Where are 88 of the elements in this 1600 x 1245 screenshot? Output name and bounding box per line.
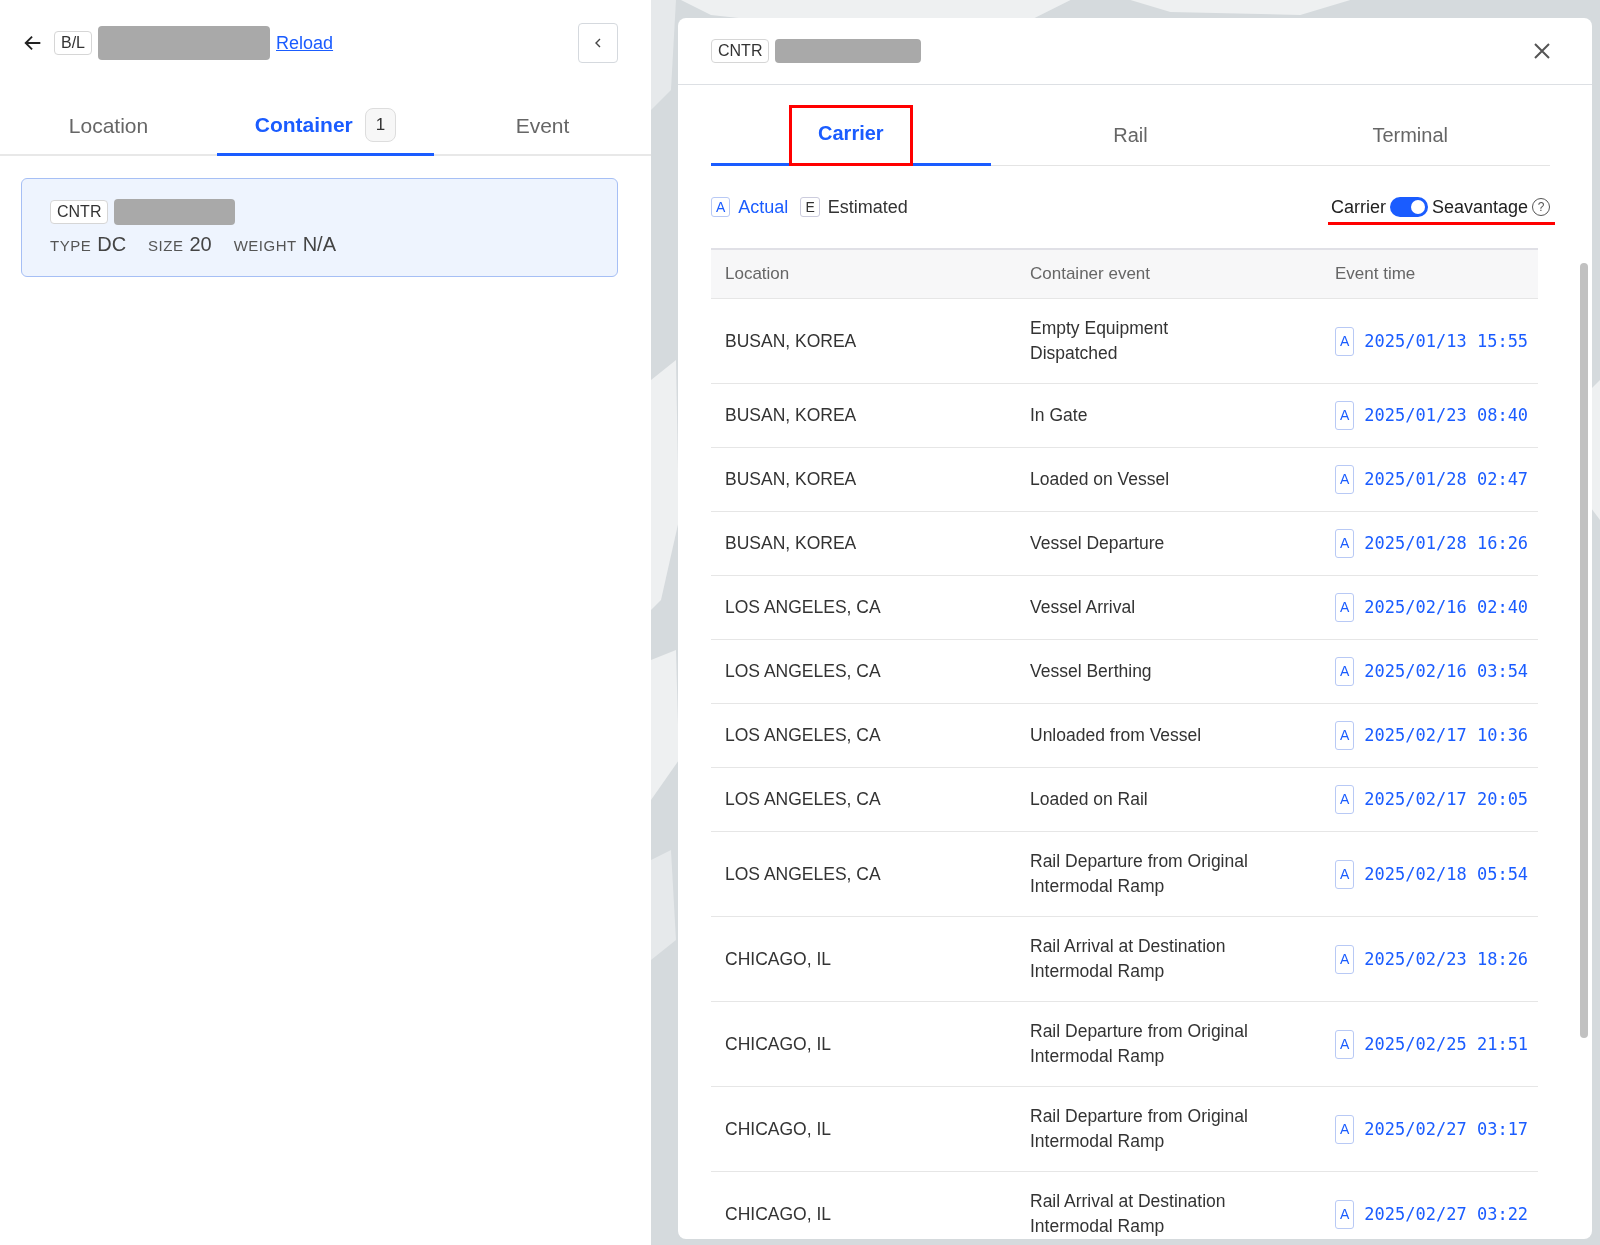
field-label: WEIGHT xyxy=(233,237,297,254)
tab-label: Container xyxy=(254,112,353,137)
table-cell-text: Unloaded from Vessel xyxy=(1029,724,1203,747)
event-time: 2025/02/27 03:22 xyxy=(1364,1202,1529,1226)
toggle-switch[interactable] xyxy=(1389,197,1428,217)
status-tag: A xyxy=(1335,657,1355,686)
table-cell-text: Rail Departure from Original Intermodal Ramp xyxy=(1029,1105,1249,1153)
event-time: 2025/02/23 18:26 xyxy=(1364,947,1529,971)
tab[interactable]: Carrier xyxy=(711,105,991,166)
table-cell-text: Rail Arrival at Destination Intermodal Ramp xyxy=(1029,935,1227,983)
count-badge: 1 xyxy=(364,107,397,142)
tab[interactable]: Terminal xyxy=(1270,105,1550,166)
table-cell-text: BUSAN, KOREA xyxy=(724,468,858,491)
table-cell-text: BUSAN, KOREA xyxy=(724,532,858,555)
event-time: 2025/02/16 03:54 xyxy=(1364,660,1529,683)
table-cell-text: LOS ANGELES, CA xyxy=(724,788,882,811)
field-value: 20 xyxy=(189,233,212,256)
event-time: 2025/02/25 21:51 xyxy=(1364,1032,1529,1056)
event-time: 2025/01/28 16:26 xyxy=(1364,532,1529,555)
tab-label: Rail xyxy=(1113,124,1148,147)
toggle-label: Seavantage xyxy=(1431,196,1528,218)
table-cell-text: LOS ANGELES, CA xyxy=(724,660,882,683)
status-tag: A xyxy=(1335,1029,1355,1059)
field-value: DC xyxy=(97,233,127,256)
event-time: 2025/01/23 08:40 xyxy=(1364,404,1529,427)
table-cell-text: CHICAGO, IL xyxy=(724,1202,832,1226)
status-tag: A xyxy=(1335,859,1355,889)
scrollbar[interactable] xyxy=(1580,263,1588,1038)
table-cell-text: BUSAN, KOREA xyxy=(724,404,858,427)
table-cell-text: Rail Departure from Original Intermodal Ramp xyxy=(1029,850,1249,898)
status-tag: E xyxy=(800,197,820,217)
table-cell-text: Vessel Berthing xyxy=(1029,660,1153,683)
event-time: 2025/01/28 02:47 xyxy=(1364,468,1529,491)
event-time: 2025/02/16 02:40 xyxy=(1364,596,1529,619)
tab-label: Terminal xyxy=(1372,124,1448,147)
event-time: 2025/02/18 05:54 xyxy=(1364,862,1529,886)
event-time: 2025/02/17 10:36 xyxy=(1364,724,1529,747)
close-icon[interactable] xyxy=(1532,41,1552,61)
tab-label: Location xyxy=(68,114,149,138)
table-cell-text: LOS ANGELES, CA xyxy=(724,724,882,747)
event-time: 2025/02/27 03:17 xyxy=(1364,1117,1529,1141)
tab-label: Carrier xyxy=(789,104,913,166)
toggle-label: Carrier xyxy=(1330,196,1386,218)
table-cell-text: Rail Arrival at Destination Intermodal Ramp xyxy=(1029,1190,1227,1238)
field-label: TYPE xyxy=(50,237,92,254)
table-cell-text: Rail Departure from Original Intermodal Ramp xyxy=(1029,1020,1249,1068)
status-tag: A xyxy=(711,197,731,217)
table-cell-text: LOS ANGELES, CA xyxy=(724,596,882,619)
status-tag: A xyxy=(1335,465,1355,494)
table-cell-text: Vessel Departure xyxy=(1029,532,1166,555)
field-value: N/A xyxy=(302,233,336,256)
status-tag: A xyxy=(1335,326,1355,356)
container-tag: CNTR xyxy=(711,39,770,63)
status-tag: A xyxy=(1335,721,1355,750)
tab[interactable]: Event xyxy=(434,96,651,156)
table-cell-text: BUSAN, KOREA xyxy=(724,329,858,353)
status-tag: A xyxy=(1335,529,1355,558)
status-tag: A xyxy=(1335,1199,1355,1229)
tab[interactable]: Location xyxy=(0,96,217,156)
legend-label: Actual xyxy=(738,196,789,218)
column-header: Location xyxy=(724,264,791,284)
table-cell-text: Loaded on Vessel xyxy=(1029,468,1171,491)
table-cell-text: In Gate xyxy=(1029,404,1089,427)
tab[interactable]: Container 1 xyxy=(217,96,434,156)
table-cell-text: Loaded on Rail xyxy=(1029,788,1149,811)
status-tag: A xyxy=(1335,593,1355,622)
tab[interactable]: Rail xyxy=(990,105,1271,166)
table-cell-text: Vessel Arrival xyxy=(1029,596,1137,619)
column-header: Container event xyxy=(1029,264,1152,284)
status-tag: A xyxy=(1335,944,1355,974)
doc-type-tag: B/L xyxy=(54,31,92,55)
table-cell-text: CHICAGO, IL xyxy=(724,1117,832,1141)
status-tag: A xyxy=(1335,401,1355,430)
table-cell-text: CHICAGO, IL xyxy=(724,1032,832,1056)
table-cell-text: CHICAGO, IL xyxy=(724,947,832,971)
legend-label: Estimated xyxy=(827,196,908,218)
event-time: 2025/02/17 20:05 xyxy=(1364,788,1529,811)
field-label: SIZE xyxy=(148,237,184,254)
status-tag: A xyxy=(1335,1114,1355,1144)
tab-label: Event xyxy=(515,114,570,138)
container-card[interactable]: CNTR TYPE DC SIZE 20 WEIGHT N/A xyxy=(21,178,618,277)
event-time: 2025/01/13 15:55 xyxy=(1364,329,1529,353)
table-cell-text: LOS ANGELES, CA xyxy=(724,862,882,886)
column-header: Event time xyxy=(1334,264,1417,284)
reload-link[interactable]: Reload xyxy=(276,32,334,54)
table-cell-text: Empty Equipment Dispatched xyxy=(1029,317,1170,365)
container-tag: CNTR xyxy=(50,200,109,224)
status-tag: A xyxy=(1335,785,1355,814)
